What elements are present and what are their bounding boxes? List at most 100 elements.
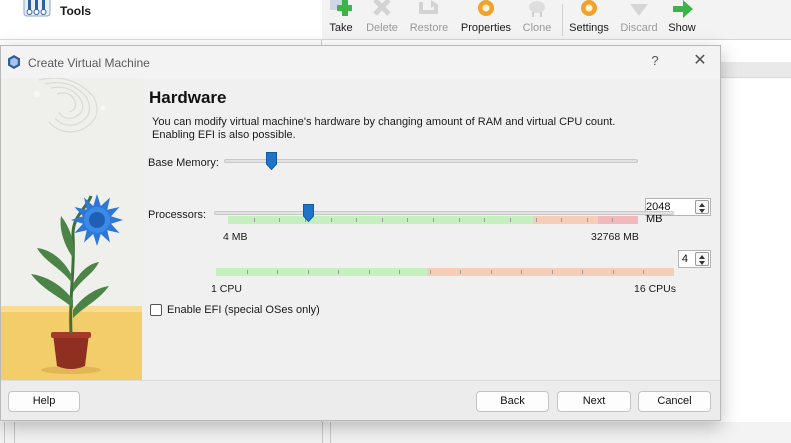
main-toolbar: Take Delete Restore Properties Clone Set…: [322, 0, 791, 40]
scale-tick: [338, 270, 340, 274]
next-button[interactable]: Next: [557, 391, 631, 412]
base-memory-slider-handle[interactable]: [266, 152, 278, 170]
scale-tick: [368, 270, 370, 274]
base-memory-label: Base Memory:: [148, 157, 219, 169]
scale-tick: [509, 218, 511, 222]
divider: [4, 422, 5, 443]
help-icon[interactable]: ?: [647, 53, 663, 68]
page-description: You can modify virtual machine's hardwar…: [152, 116, 652, 142]
cancel-button[interactable]: Cancel: [638, 391, 711, 412]
scale-tick: [460, 270, 462, 274]
base-memory-ticks: [228, 216, 638, 224]
description-line: Enabling EFI is also possible.: [152, 129, 296, 141]
restore-label: Restore: [409, 22, 449, 34]
processors-label: Processors:: [148, 209, 207, 221]
settings-gear-icon: [581, 0, 597, 16]
enable-efi-checkbox[interactable]: [150, 304, 162, 316]
take-snapshot-icon: [330, 0, 352, 16]
spin-arrows[interactable]: [695, 252, 709, 266]
scale-tick: [586, 218, 588, 222]
scale-tick: [582, 270, 584, 274]
bottom-strip: [0, 422, 791, 443]
clone-label: Clone: [522, 22, 552, 34]
show-arrow-icon: [673, 0, 693, 18]
scale-tick: [612, 218, 614, 222]
virtualbox-logo-icon: [8, 55, 20, 69]
scale-tick: [330, 218, 332, 222]
tools-icon: [23, 0, 51, 17]
show-label: Show: [668, 22, 696, 34]
scale-tick: [521, 270, 523, 274]
dialog-title: Create Virtual Machine: [28, 56, 150, 70]
scale-tick: [246, 270, 248, 274]
restore-snapshot-icon: [419, 0, 438, 14]
tools-item[interactable]: Tools: [0, 0, 322, 40]
restore-button[interactable]: Restore: [406, 0, 452, 40]
scale-tick: [381, 218, 383, 222]
delete-snapshot-icon: [373, 0, 391, 16]
help-button[interactable]: Help: [8, 391, 80, 412]
scale-tick: [551, 270, 553, 274]
scale-tick: [490, 270, 492, 274]
discard-arrow-icon: [630, 4, 648, 16]
tools-label: Tools: [60, 4, 92, 18]
clone-button[interactable]: Clone: [520, 0, 554, 40]
scale-tick: [277, 270, 279, 274]
dialog-button-bar: Help Back Next Cancel: [1, 380, 720, 420]
processors-slider-track[interactable]: [214, 211, 674, 215]
processors-ticks: [216, 268, 674, 276]
scale-tick: [458, 218, 460, 222]
spin-arrows[interactable]: [695, 200, 709, 214]
scale-tick: [561, 218, 563, 222]
processors-slider-handle[interactable]: [302, 204, 314, 222]
spin-up-icon[interactable]: [699, 203, 705, 207]
discard-button[interactable]: Discard: [618, 0, 660, 40]
discard-label: Discard: [620, 22, 658, 34]
scale-tick: [253, 218, 255, 222]
divider: [330, 422, 331, 443]
spin-down-icon[interactable]: [699, 261, 705, 265]
delete-label: Delete: [366, 22, 398, 34]
properties-button[interactable]: Properties: [458, 0, 514, 40]
wizard-page: Hardware You can modify virtual machine'…: [142, 78, 720, 380]
spin-up-icon[interactable]: [699, 255, 705, 259]
scale-tick: [643, 270, 645, 274]
toolbar-separator: [562, 4, 563, 36]
base-memory-min-label: 4 MB: [223, 231, 248, 243]
spin-down-icon[interactable]: [699, 209, 705, 213]
scale-tick: [307, 270, 309, 274]
close-icon[interactable]: ✕: [691, 52, 709, 70]
delete-button[interactable]: Delete: [362, 0, 402, 40]
base-memory-max-label: 32768 MB: [591, 231, 639, 243]
scale-tick: [279, 218, 281, 222]
dialog-titlebar[interactable]: Create Virtual Machine ? ✕: [1, 46, 720, 78]
back-button[interactable]: Back: [476, 391, 549, 412]
scale-tick: [612, 270, 614, 274]
scale-tick: [399, 270, 401, 274]
settings-button[interactable]: Settings: [568, 0, 610, 40]
clone-sheep-icon: [529, 1, 545, 17]
scale-tick: [407, 218, 409, 222]
scale-tick: [356, 218, 358, 222]
enable-efi-label[interactable]: Enable EFI (special OSes only): [167, 304, 320, 316]
description-line: You can modify virtual machine's hardwar…: [152, 116, 616, 128]
wizard-illustration: [1, 78, 142, 380]
page-title: Hardware: [149, 88, 227, 107]
scale-tick: [484, 218, 486, 222]
divider: [322, 422, 323, 443]
processors-max-label: 16 CPUs: [634, 283, 677, 295]
scale-tick: [433, 218, 434, 222]
divider: [14, 422, 15, 443]
create-vm-dialog: Create Virtual Machine ? ✕ Hardware You …: [0, 45, 721, 421]
take-button[interactable]: Take: [326, 0, 356, 40]
settings-label: Settings: [569, 22, 609, 34]
take-label: Take: [329, 22, 353, 34]
scale-tick: [535, 218, 537, 222]
processors-spinbox[interactable]: 4: [678, 250, 711, 268]
properties-label: Properties: [460, 22, 512, 34]
scale-tick: [429, 270, 431, 274]
processors-value: 4: [681, 253, 688, 265]
properties-gear-icon: [478, 0, 494, 16]
show-button[interactable]: Show: [666, 0, 698, 40]
base-memory-slider-track[interactable]: [224, 159, 638, 163]
